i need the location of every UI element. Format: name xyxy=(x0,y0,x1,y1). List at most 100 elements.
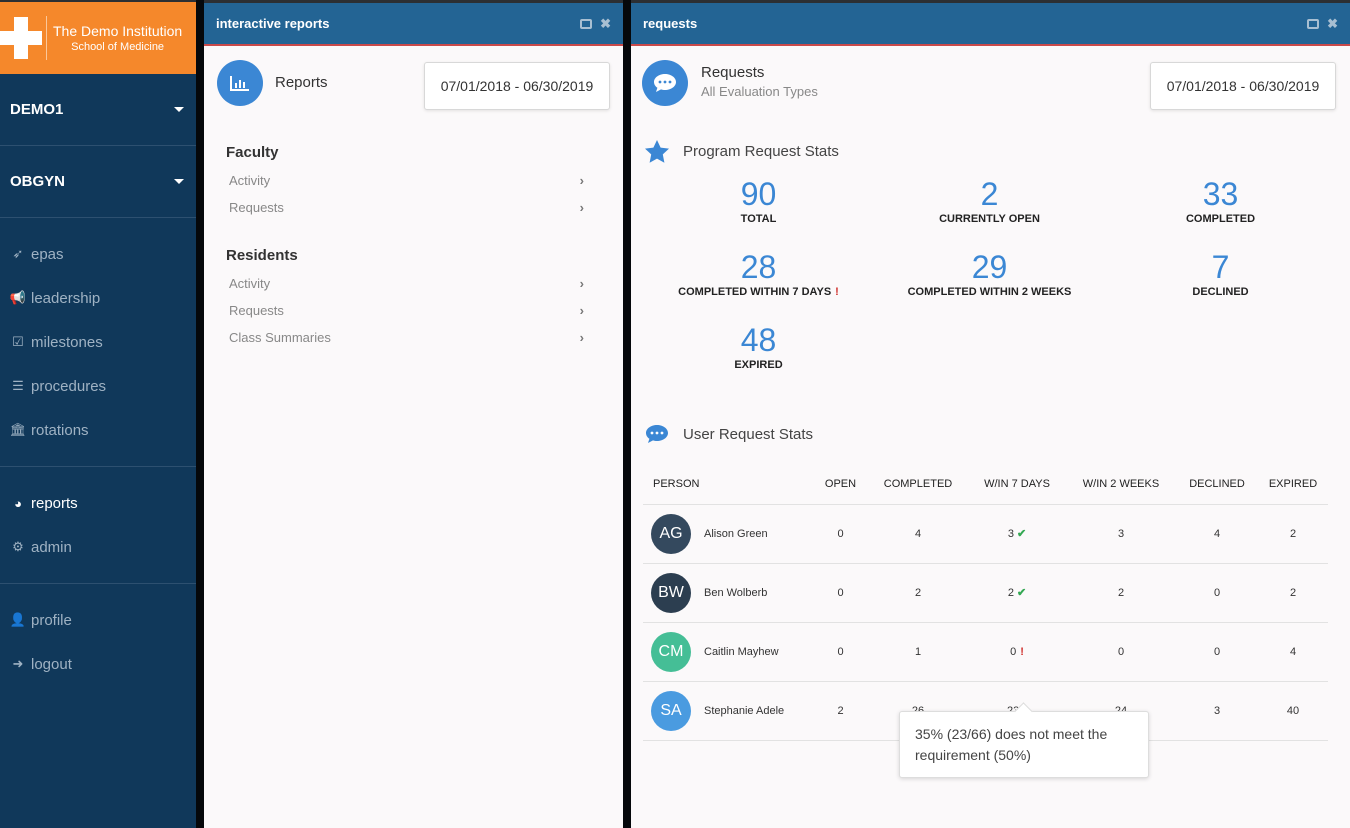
stat-value: 29 xyxy=(971,249,1008,285)
user-stats-header: User Request Stats xyxy=(631,419,1350,449)
column-header[interactable]: DECLINED xyxy=(1176,464,1258,505)
institution-selector[interactable]: DEMO1 xyxy=(0,74,196,146)
panel-title: interactive reports xyxy=(216,16,330,31)
table-row[interactable]: AG Alison Green 0 4 3 ✔ 3 4 2 xyxy=(643,504,1328,564)
column-header[interactable]: COMPLETED xyxy=(868,464,968,505)
column-header[interactable]: PERSON xyxy=(643,464,813,505)
close-icon[interactable]: ✖ xyxy=(600,16,611,32)
person-cell: SA Stephanie Adele xyxy=(643,681,813,741)
nav-group-tools: ◕ reports ⚙ admin xyxy=(0,467,196,584)
print-icon[interactable] xyxy=(580,18,593,29)
person-name[interactable]: Stephanie Adele xyxy=(704,705,784,717)
sidebar-item-label: milestones xyxy=(31,333,103,351)
column-header[interactable]: W/IN 2 WEEKS xyxy=(1066,464,1176,505)
interactive-reports-panel: interactive reports ✖ Reports 07/01/2018… xyxy=(204,0,623,828)
sidebar-item-label: procedures xyxy=(31,377,107,395)
faculty-section: Faculty Activity › Requests › xyxy=(204,144,623,221)
comment-icon xyxy=(642,60,688,106)
institution-name: The Demo Institution xyxy=(53,22,183,39)
sidebar-item-leadership[interactable]: 📢 leadership xyxy=(0,276,196,320)
checkmark-icon: ✔ xyxy=(1016,528,1027,540)
stat-value: 28 xyxy=(740,249,777,285)
column-header[interactable]: EXPIRED xyxy=(1258,464,1328,505)
avatar: AG xyxy=(651,513,691,554)
sign-out-icon: ➜ xyxy=(12,656,24,671)
avatar: BW xyxy=(651,572,691,613)
sidebar-item-label: epas xyxy=(31,245,64,263)
sidebar-item-reports[interactable]: ◕ reports xyxy=(0,481,196,525)
exclamation-icon[interactable]: ! xyxy=(835,286,839,298)
chevron-right-icon: › xyxy=(579,173,584,188)
program-stats-header: Program Request Stats xyxy=(631,136,1350,166)
sidebar-item-epas[interactable]: ➶ epas xyxy=(0,232,196,276)
residents-class-summaries-link[interactable]: Class Summaries › xyxy=(226,324,584,351)
within-7-days-value: 0 xyxy=(1010,645,1017,658)
chevron-right-icon: › xyxy=(579,303,584,318)
program-selector[interactable]: OBGYN xyxy=(0,146,196,218)
residents-activity-link[interactable]: Activity › xyxy=(226,270,584,297)
within-7-days-value: 2 xyxy=(1007,587,1014,599)
section-title: Residents xyxy=(226,247,298,264)
stat-label: DECLINED xyxy=(1192,286,1249,298)
date-range-picker[interactable]: 07/01/2018 - 06/30/2019 xyxy=(1150,62,1336,110)
sidebar-item-label: rotations xyxy=(31,421,89,439)
stat-label: CURRENTLY OPEN xyxy=(939,213,1040,225)
exclamation-icon[interactable]: ! xyxy=(1020,646,1024,658)
sidebar-item-admin[interactable]: ⚙ admin xyxy=(0,525,196,569)
sidebar-item-logout[interactable]: ➜ logout xyxy=(0,642,196,686)
date-range-picker[interactable]: 07/01/2018 - 06/30/2019 xyxy=(424,62,610,110)
person-name[interactable]: Caitlin Mayhew xyxy=(704,646,779,658)
close-icon[interactable]: ✖ xyxy=(1327,16,1338,32)
person-name[interactable]: Alison Green xyxy=(704,528,768,540)
sidebar-item-profile[interactable]: 👤 profile xyxy=(0,598,196,642)
link-label: Requests xyxy=(229,200,284,215)
expired-cell: 2 xyxy=(1258,563,1328,623)
chevron-right-icon: › xyxy=(579,330,584,345)
column-header[interactable]: OPEN xyxy=(813,464,868,505)
faculty-activity-link[interactable]: Activity › xyxy=(226,167,584,194)
sidebar-item-label: logout xyxy=(31,655,72,673)
panel-heading: Requests xyxy=(701,64,765,81)
expired-cell: 2 xyxy=(1258,504,1328,564)
section-title: User Request Stats xyxy=(683,425,814,443)
open-cell: 2 xyxy=(813,681,868,741)
stat-completed-2-weeks: 29 COMPLETED WITHIN 2 WEEKS xyxy=(874,249,1105,322)
stat-currently-open: 2 CURRENTLY OPEN xyxy=(874,176,1105,249)
stat-label: TOTAL xyxy=(740,213,777,225)
sidebar-item-label: profile xyxy=(31,611,72,629)
table-row[interactable]: BW Ben Wolberb 0 2 2 ✔ 2 0 2 xyxy=(643,563,1328,623)
gear-icon: ⚙ xyxy=(12,539,24,554)
institution-logo[interactable]: The Demo Institution School of Medicine xyxy=(0,0,196,74)
tasks-icon: ☰ xyxy=(12,378,24,393)
institution-icon: 🏛 xyxy=(9,422,27,437)
sidebar-item-milestones[interactable]: ☑ milestones xyxy=(0,320,196,364)
column-header[interactable]: W/IN 7 DAYS xyxy=(968,464,1066,505)
panel-subheading: All Evaluation Types xyxy=(701,84,818,99)
sidebar-item-procedures[interactable]: ☰ procedures xyxy=(0,364,196,408)
stat-declined: 7 DECLINED xyxy=(1105,249,1336,322)
medical-cross-icon xyxy=(0,17,42,59)
logo-divider xyxy=(46,16,47,60)
within-7-days-cell: 2 ✔ xyxy=(968,563,1066,623)
table-row[interactable]: CM Caitlin Mayhew 0 1 0! 0 0 4 xyxy=(643,622,1328,682)
declined-cell: 0 xyxy=(1176,622,1258,682)
print-icon[interactable] xyxy=(1307,18,1320,29)
user-stats-table: PERSON OPEN COMPLETED W/IN 7 DAYS W/IN 2… xyxy=(643,464,1328,741)
person-name[interactable]: Ben Wolberb xyxy=(704,587,767,599)
expired-cell: 4 xyxy=(1258,622,1328,682)
caret-down-icon xyxy=(174,179,184,184)
stat-label: COMPLETED WITHIN 7 DAYS xyxy=(678,286,832,298)
stat-value: 2 xyxy=(980,176,999,212)
person-cell: BW Ben Wolberb xyxy=(643,563,813,623)
caret-down-icon xyxy=(174,107,184,112)
stat-completed-7-days: 28 COMPLETED WITHIN 7 DAYS! xyxy=(643,249,874,322)
faculty-requests-link[interactable]: Requests › xyxy=(226,194,584,221)
sidebar-item-rotations[interactable]: 🏛 rotations xyxy=(0,408,196,452)
nav-group-account: 👤 profile ➜ logout xyxy=(0,584,196,700)
open-cell: 0 xyxy=(813,622,868,682)
link-label: Requests xyxy=(229,303,284,318)
residents-requests-link[interactable]: Requests › xyxy=(226,297,584,324)
table-header-row: PERSON OPEN COMPLETED W/IN 7 DAYS W/IN 2… xyxy=(643,464,1328,505)
panel-header: requests ✖ xyxy=(631,0,1350,46)
nav-group-main: ➶ epas 📢 leadership ☑ milestones ☰ procedure… xyxy=(0,218,196,467)
